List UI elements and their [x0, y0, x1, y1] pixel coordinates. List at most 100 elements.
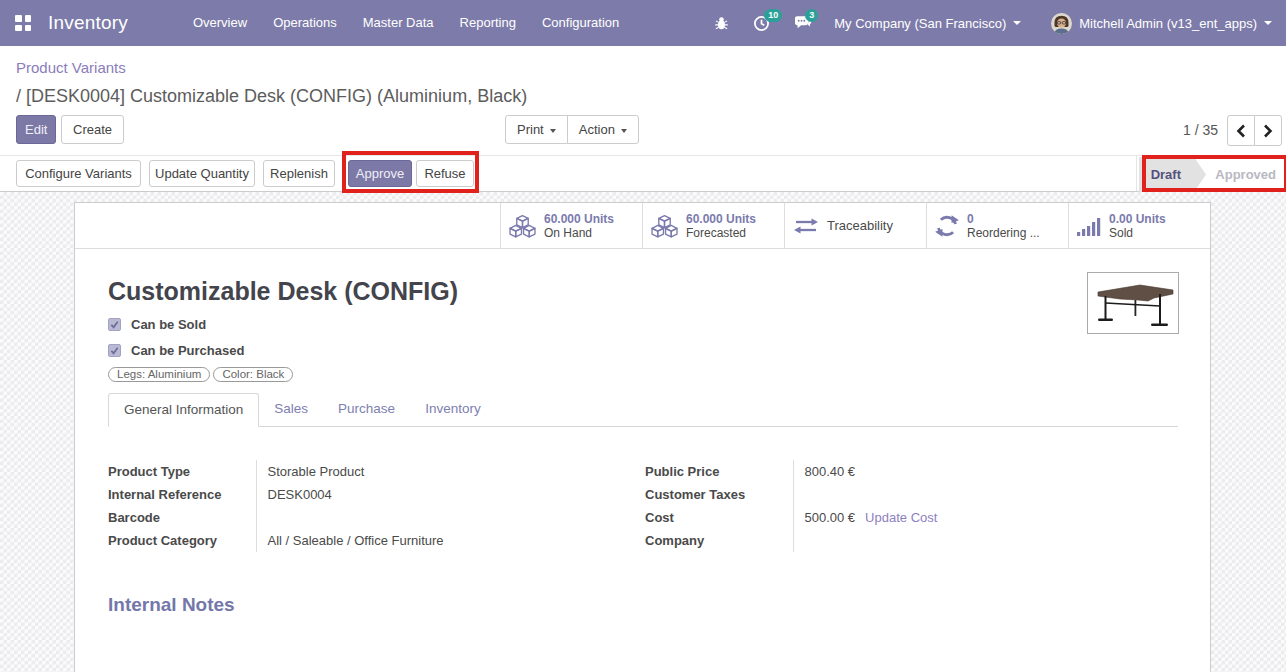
stat-button-on-hand[interactable]: 60.000 UnitsOn Hand [500, 203, 642, 249]
stat-value: 0 [967, 212, 1040, 226]
nav-menu-reporting[interactable]: Reporting [447, 0, 529, 46]
field-label: Internal Reference [108, 483, 256, 506]
field-row: Company [645, 529, 1182, 552]
stat-button-sold[interactable]: 0.00 UnitsSold [1068, 203, 1210, 249]
print-dropdown[interactable]: Print [505, 115, 568, 144]
navbar-systray: 10 3 My Company (San Francisco) Mitchell… [702, 13, 1286, 34]
internal-notes-heading: Internal Notes [108, 594, 1178, 616]
field-row: Product TypeStorable Product [108, 460, 645, 483]
create-button[interactable]: Create [61, 115, 124, 144]
user-name: Mitchell Admin (v13_ent_apps) [1079, 16, 1257, 31]
product-category-link[interactable]: All / Saleable / Office Furniture [256, 529, 645, 552]
field-label: Customer Taxes [645, 483, 793, 506]
stat-label: On Hand [544, 226, 614, 240]
field-row: Public Price800.40 € [645, 460, 1182, 483]
can-be-purchased-checkbox[interactable] [108, 344, 121, 357]
field-label: Barcode [108, 506, 256, 529]
field-label: Product Category [108, 529, 256, 552]
edit-button[interactable]: Edit [16, 115, 56, 144]
tab-sales[interactable]: Sales [259, 393, 323, 427]
app-title[interactable]: Inventory [48, 12, 128, 34]
stat-value: 0.00 Units [1109, 212, 1166, 226]
status-step-draft[interactable]: Draft [1139, 157, 1206, 192]
refresh-icon [935, 214, 959, 238]
field-value: 800.40 € [793, 460, 1182, 483]
field-label: Product Type [108, 460, 256, 483]
pager-buttons [1227, 115, 1282, 146]
activity-clock-icon[interactable]: 10 [753, 15, 770, 32]
breadcrumb-parent[interactable]: Product Variants [16, 59, 126, 76]
bug-icon[interactable] [714, 16, 729, 31]
chevron-down-icon [550, 129, 556, 133]
action-dropdown[interactable]: Action [567, 115, 639, 144]
user-menu[interactable]: Mitchell Admin (v13_ent_apps) [1041, 13, 1272, 34]
message-count-badge: 3 [805, 9, 818, 22]
refuse-button[interactable]: Refuse [416, 160, 474, 187]
stat-value: 60.000 Units [686, 212, 756, 226]
tag-legs: Legs: Aluminium [108, 367, 210, 382]
exchange-icon [793, 216, 819, 236]
stat-button-forecasted[interactable]: 60.000 UnitsForecasted [642, 203, 784, 249]
pager-previous-button[interactable] [1227, 115, 1255, 146]
stat-button-reordering[interactable]: 0Reordering ... [926, 203, 1068, 249]
status-step-approved[interactable]: Approved [1215, 157, 1276, 192]
can-be-purchased-label: Can be Purchased [131, 343, 244, 358]
form-sheet: 60.000 UnitsOn Hand 60.000 UnitsForecast… [74, 202, 1211, 672]
field-value [256, 506, 645, 529]
field-row: Cost500.00 €Update Cost [645, 506, 1182, 529]
field-group-left: Product TypeStorable Product Internal Re… [108, 460, 645, 552]
field-label: Public Price [645, 460, 793, 483]
update-quantity-button[interactable]: Update Quantity [149, 160, 255, 187]
stat-label: Reordering ... [967, 226, 1040, 240]
pager-next-button[interactable] [1254, 115, 1282, 146]
tab-general-information[interactable]: General Information [108, 393, 259, 427]
field-value: 500.00 €Update Cost [793, 506, 1182, 529]
nav-menu-configuration[interactable]: Configuration [529, 0, 632, 46]
stat-label: Sold [1109, 226, 1166, 240]
breadcrumb-current: / [DESK0004] Customizable Desk (CONFIG) … [16, 86, 527, 107]
messages-icon[interactable]: 3 [794, 15, 812, 31]
tab-inventory[interactable]: Inventory [410, 393, 496, 427]
cubes-icon [509, 214, 536, 238]
statusbar-separator [1136, 156, 1137, 191]
stat-button-traceability[interactable]: Traceability [784, 203, 926, 249]
chevron-down-icon [1013, 21, 1021, 25]
nav-menu-operations[interactable]: Operations [260, 0, 350, 46]
field-row: Product CategoryAll / Saleable / Office … [108, 529, 645, 552]
tag-color: Color: Black [213, 367, 293, 382]
can-be-sold-label: Can be Sold [131, 317, 206, 332]
company-switcher[interactable]: My Company (San Francisco) [834, 16, 1021, 31]
bar-chart-icon [1077, 217, 1101, 236]
field-label: Company [645, 529, 793, 552]
field-value: DESK0004 [256, 483, 645, 506]
nav-menu-overview[interactable]: Overview [180, 0, 260, 46]
tab-purchase[interactable]: Purchase [323, 393, 410, 427]
field-value [793, 483, 1182, 506]
can-be-sold-row: Can be Sold [108, 317, 1178, 332]
replenish-button[interactable]: Replenish [263, 160, 335, 187]
print-action-group: Print Action [505, 115, 639, 144]
chevron-down-icon [621, 129, 627, 133]
cubes-icon [651, 214, 678, 238]
activity-count-badge: 10 [764, 9, 782, 22]
nav-menu-master-data[interactable]: Master Data [350, 0, 447, 46]
form-statusbar: Configure Variants Update Quantity Reple… [0, 155, 1286, 192]
field-row: Barcode [108, 506, 645, 529]
approve-button[interactable]: Approve [348, 160, 412, 187]
stat-label: Forecasted [686, 226, 756, 240]
can-be-sold-checkbox[interactable] [108, 318, 121, 331]
update-cost-link[interactable]: Update Cost [865, 510, 937, 525]
variant-tags: Legs: Aluminium Color: Black [108, 367, 1178, 382]
nav-menus: Overview Operations Master Data Reportin… [180, 0, 632, 46]
product-title: Customizable Desk (CONFIG) [108, 277, 1178, 306]
top-navbar: Inventory Overview Operations Master Dat… [0, 0, 1286, 46]
company-name: My Company (San Francisco) [834, 16, 1006, 31]
apps-menu-icon[interactable] [0, 15, 46, 31]
product-image[interactable] [1087, 272, 1179, 334]
chevron-down-icon [1264, 21, 1272, 25]
field-label: Cost [645, 506, 793, 529]
configure-variants-button[interactable]: Configure Variants [16, 160, 141, 187]
field-row: Customer Taxes [645, 483, 1182, 506]
field-value: Storable Product [256, 460, 645, 483]
desk-image [1088, 273, 1178, 333]
